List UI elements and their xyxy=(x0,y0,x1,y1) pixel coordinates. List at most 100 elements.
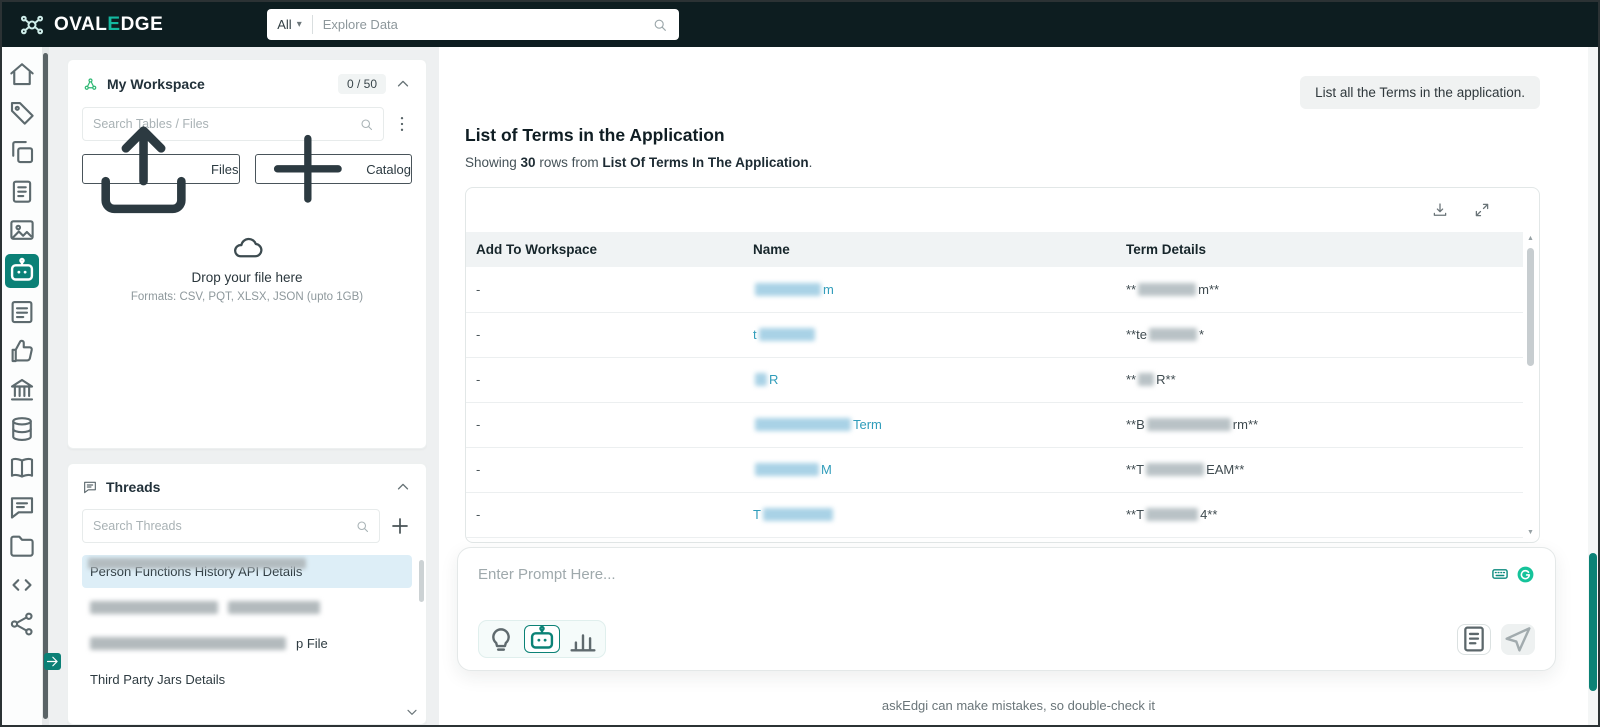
brand[interactable]: OVALEDGE xyxy=(18,11,163,39)
search-scope-dropdown[interactable]: All▾ xyxy=(267,17,311,32)
redacted-text xyxy=(1138,283,1196,296)
term-name-link[interactable]: Term xyxy=(743,402,1116,447)
disclaimer-text: askEdgi can make mistakes, so double-che… xyxy=(439,698,1598,713)
notes-icon[interactable] xyxy=(7,176,37,206)
dropzone-formats: Formats: CSV, PQT, XLSX, JSON (upto 1GB) xyxy=(131,291,363,303)
text-fragment: 4** xyxy=(1200,507,1217,522)
rows-count: 30 xyxy=(521,155,536,170)
plus-icon xyxy=(388,514,412,538)
comments-icon[interactable] xyxy=(7,492,37,522)
scroll-down-icon[interactable]: ▼ xyxy=(1525,528,1536,538)
column-header: Add To Workspace xyxy=(466,232,743,267)
table-scrollbar-thumb[interactable] xyxy=(1527,248,1534,366)
text-fragment: R xyxy=(769,372,778,387)
chart-mode-button[interactable] xyxy=(565,625,601,653)
askedgi-icon[interactable] xyxy=(5,254,39,288)
thread-list-item[interactable]: p File xyxy=(82,627,412,660)
app-body: My Workspace 0 / 50 Files Catalog xyxy=(2,47,1598,725)
expand-sidebar-button[interactable] xyxy=(44,653,61,670)
term-name-link[interactable]: T xyxy=(743,492,1116,537)
suggestions-mode-button[interactable] xyxy=(483,625,519,653)
term-name-link[interactable]: R xyxy=(743,357,1116,402)
thread-list-item[interactable] xyxy=(82,591,412,624)
text-fragment: ** xyxy=(1126,372,1136,387)
approvals-icon[interactable] xyxy=(7,336,37,366)
files-upload-button[interactable]: Files xyxy=(82,154,240,184)
term-name-link[interactable]: t xyxy=(743,312,1116,357)
download-icon[interactable] xyxy=(1431,201,1449,219)
text-fragment: ** xyxy=(1126,282,1136,297)
table-scrollbar[interactable]: ▲ ▼ xyxy=(1525,234,1536,538)
terms-table-card: Add To WorkspaceNameTerm Details -m**m**… xyxy=(465,187,1540,543)
rail-scrollbar[interactable] xyxy=(42,47,49,725)
expand-icon[interactable] xyxy=(1473,201,1491,219)
main-scrollbar[interactable] xyxy=(1588,47,1598,725)
threads-collapse-button[interactable] xyxy=(394,478,412,496)
bot-icon xyxy=(525,622,559,656)
text-fragment: **te xyxy=(1126,327,1147,342)
top-navbar: OVALEDGE All▾ xyxy=(2,2,1598,47)
askedgi-mode-button[interactable] xyxy=(524,625,560,653)
text-fragment: **B xyxy=(1126,417,1145,432)
chevron-down-icon xyxy=(404,704,420,720)
main-scrollbar-thumb[interactable] xyxy=(1589,553,1597,691)
text-fragment: rm** xyxy=(1233,417,1258,432)
explore-data-input[interactable] xyxy=(313,17,653,32)
prompt-input[interactable] xyxy=(478,566,1490,583)
home-icon[interactable] xyxy=(7,59,37,89)
text-fragment: Term xyxy=(853,417,882,432)
search-icon xyxy=(355,519,370,534)
text-fragment: **T xyxy=(1126,462,1144,477)
redacted-text xyxy=(1146,463,1204,476)
send-button[interactable] xyxy=(1501,624,1535,655)
grammarly-icon[interactable] xyxy=(1516,565,1535,584)
thread-list-item[interactable]: Person Functions History API Details xyxy=(82,555,412,588)
threads-scrollbar-thumb[interactable] xyxy=(419,560,424,602)
media-icon[interactable] xyxy=(7,215,37,245)
my-workspace-card: My Workspace 0 / 50 Files Catalog xyxy=(67,59,427,449)
tags-icon[interactable] xyxy=(7,98,37,128)
redacted-text xyxy=(755,418,851,431)
add-catalog-button[interactable]: Catalog xyxy=(255,154,413,184)
chart-icon xyxy=(566,622,600,656)
user-message-bubble: List all the Terms in the application. xyxy=(1300,76,1540,109)
file-dropzone[interactable]: Drop your file here Formats: CSV, PQT, X… xyxy=(82,232,412,303)
thread-list: Person Functions History API Details p Fi… xyxy=(82,555,412,696)
workspace-collapse-button[interactable] xyxy=(394,75,412,93)
add-to-workspace-cell: - xyxy=(466,447,743,492)
query-icon[interactable] xyxy=(7,570,37,600)
terms-table: Add To WorkspaceNameTerm Details -m**m**… xyxy=(466,232,1523,538)
share-icon[interactable] xyxy=(7,609,37,639)
projects-icon[interactable] xyxy=(7,531,37,561)
column-header: Term Details xyxy=(1116,232,1523,267)
search-icon xyxy=(359,117,374,132)
left-panel: My Workspace 0 / 50 Files Catalog xyxy=(67,59,427,725)
threads-scroll-down-button[interactable] xyxy=(404,704,420,720)
chevron-up-icon xyxy=(394,478,412,496)
thread-list-item[interactable]: Third Party Jars Details xyxy=(82,663,412,696)
icon-rail xyxy=(2,47,42,725)
scroll-up-icon[interactable]: ▲ xyxy=(1525,234,1536,244)
cloud-upload-icon xyxy=(231,232,263,264)
new-thread-button[interactable] xyxy=(388,514,412,538)
data-catalog-icon[interactable] xyxy=(7,414,37,444)
threads-search-input[interactable] xyxy=(83,519,355,533)
table-row: -t**te* xyxy=(466,312,1523,357)
redacted-text xyxy=(763,508,833,521)
term-details-cell: **te* xyxy=(1116,312,1523,357)
governance-icon[interactable] xyxy=(7,375,37,405)
workspace-menu-button[interactable] xyxy=(392,111,412,137)
term-name-link[interactable]: M xyxy=(743,447,1116,492)
summary-button[interactable] xyxy=(1457,624,1491,655)
glossary-icon[interactable] xyxy=(7,453,37,483)
text-fragment: p File xyxy=(296,636,328,651)
files-icon[interactable] xyxy=(7,137,37,167)
tasks-icon[interactable] xyxy=(7,297,37,327)
term-name-link[interactable]: m xyxy=(743,267,1116,312)
text-fragment: R** xyxy=(1156,372,1176,387)
redacted-text xyxy=(755,373,767,386)
rail-scrollbar-thumb[interactable] xyxy=(43,53,48,719)
ovaledge-logo-icon xyxy=(18,11,46,39)
keyboard-extension-icon[interactable] xyxy=(1490,564,1510,584)
search-icon[interactable] xyxy=(652,17,668,33)
